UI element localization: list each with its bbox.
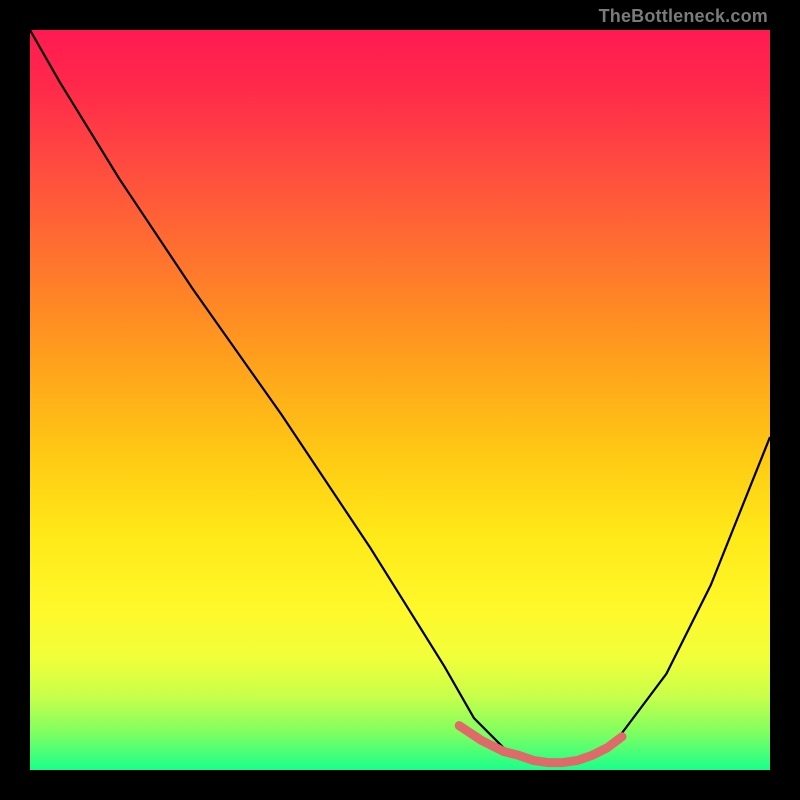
bottleneck-curve <box>30 30 770 763</box>
curve-layer <box>30 30 770 770</box>
highlight-segment <box>459 726 622 763</box>
chart-frame: TheBottleneck.com <box>0 0 800 800</box>
plot-area <box>30 30 770 770</box>
attribution-text: TheBottleneck.com <box>599 6 768 27</box>
